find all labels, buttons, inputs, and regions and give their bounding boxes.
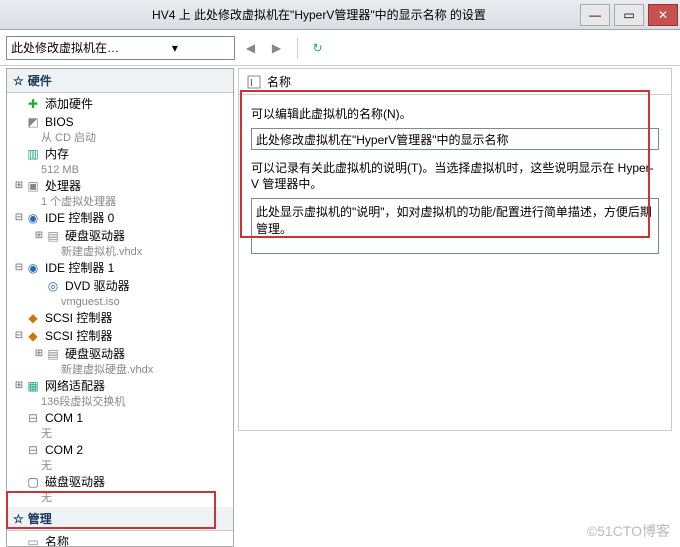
tree-node[interactable]: ◎ DVD 驱动器 [27, 277, 233, 295]
tree-node[interactable]: ✚ 添加硬件 [7, 95, 233, 113]
expand-toggle[interactable]: ⊞ [33, 228, 45, 244]
tree-node-label: 内存 [45, 146, 69, 162]
expand-toggle[interactable]: ⊞ [13, 378, 25, 394]
toolbar: 此处修改虚拟机在"HyperV管理器"中的 ▾ ◀ ▶ ↻ [0, 30, 680, 66]
memory-icon: ▥ [25, 146, 41, 162]
divider [297, 38, 298, 58]
tree-node[interactable]: ⊞ ▤ 硬盘驱动器 [27, 227, 233, 245]
ide-icon: ◉ [25, 210, 41, 226]
tree-node-label: SCSI 控制器 [45, 328, 112, 344]
window-title: HV4 上 此处修改虚拟机在"HyperV管理器"中的显示名称 的设置 [0, 6, 578, 23]
bios-icon: ◩ [25, 114, 41, 130]
watermark: ©51CTO博客 [587, 521, 670, 541]
tree-node[interactable]: ▭ 名称 [7, 533, 233, 547]
tree-node[interactable]: ⊟ ◉ IDE 控制器 1 [7, 259, 233, 277]
vm-selector-value: 此处修改虚拟机在"HyperV管理器"中的 [11, 39, 120, 56]
management-section-label: 管理 [28, 510, 52, 527]
tree-node-subtext: 136段虚拟交换机 [7, 395, 233, 409]
tree-node[interactable]: ⊞ ▣ 处理器 [7, 177, 233, 195]
name-icon: ▭ [25, 534, 41, 547]
expand-toggle[interactable]: ⊞ [33, 346, 45, 362]
tree-node-label: 硬盘驱动器 [65, 346, 125, 362]
tree-node[interactable]: ⊟ COM 1 [7, 409, 233, 427]
cpu-icon: ▣ [25, 178, 41, 194]
panel-title-text: 名称 [267, 73, 291, 90]
tree-node-label: 网络适配器 [45, 378, 105, 394]
floppy-icon: ▢ [25, 474, 41, 490]
tree-node[interactable]: ⊞ ▦ 网络适配器 [7, 377, 233, 395]
management-tree: ▭ 名称此处修改虚拟机在"HyperV管... ❖ 集成服务 [7, 531, 233, 547]
nav-prev-button[interactable]: ◀ [241, 38, 261, 58]
name-field-label: 可以编辑此虚拟机的名称(N)。 [251, 105, 659, 122]
add-hw-icon: ✚ [25, 96, 41, 112]
com-icon: ⊟ [25, 410, 41, 426]
tree-node-subtext: 无 [7, 459, 233, 473]
expand-toggle[interactable]: ⊞ [13, 178, 25, 194]
tree-node[interactable]: ⊟ COM 2 [7, 441, 233, 459]
close-button[interactable]: ✕ [648, 4, 678, 26]
svg-text:I: I [250, 78, 253, 89]
tree-node-subtext: 从 CD 启动 [7, 131, 233, 145]
nav-next-button[interactable]: ▶ [267, 38, 287, 58]
star-icon: ☆ [13, 512, 24, 526]
sidebar: ☆ 硬件 ✚ 添加硬件 ◩ BIOS从 CD 启动 ▥ 内存512 MB⊞ ▣ … [6, 68, 234, 547]
tree-node[interactable]: ▥ 内存 [7, 145, 233, 163]
tree-node-subtext: 新建虚拟机.vhdx [27, 245, 233, 259]
tree-node-label: 硬盘驱动器 [65, 228, 125, 244]
tree-node[interactable]: ◩ BIOS [7, 113, 233, 131]
settings-panel: I 名称 可以编辑此虚拟机的名称(N)。 可以记录有关此虚拟机的说明(T)。当选… [238, 68, 672, 547]
tree-node-label: IDE 控制器 1 [45, 260, 114, 276]
tree-node-label: 处理器 [45, 178, 81, 194]
scsi-icon: ◆ [25, 328, 41, 344]
panel-body: 可以编辑此虚拟机的名称(N)。 可以记录有关此虚拟机的说明(T)。当选择虚拟机时… [238, 95, 672, 431]
hdd-icon: ▤ [45, 346, 61, 362]
tree-node-label: IDE 控制器 0 [45, 210, 114, 226]
com-icon: ⊟ [25, 442, 41, 458]
vm-selector-combo[interactable]: 此处修改虚拟机在"HyperV管理器"中的 ▾ [6, 36, 235, 60]
scsi-icon: ◆ [25, 310, 41, 326]
tree-node[interactable]: ⊟ ◆ SCSI 控制器 [7, 327, 233, 345]
tree-node-label: 磁盘驱动器 [45, 474, 105, 490]
description-field-label: 可以记录有关此虚拟机的说明(T)。当选择虚拟机时，这些说明显示在 Hyper-V… [251, 160, 659, 192]
expand-toggle[interactable]: ⊟ [13, 210, 25, 226]
minimize-button[interactable]: — [580, 4, 610, 26]
tree-node-subtext: 无 [7, 427, 233, 441]
tree-node-subtext: 1 个虚拟处理器 [7, 195, 233, 209]
tree-node-subtext: 512 MB [7, 163, 233, 177]
dvd-icon: ◎ [45, 278, 61, 294]
hardware-tree: ✚ 添加硬件 ◩ BIOS从 CD 启动 ▥ 内存512 MB⊞ ▣ 处理器1 … [7, 93, 233, 507]
tree-node-label: SCSI 控制器 [45, 310, 112, 326]
tree-node-subtext: 新建虚拟硬盘.vhdx [27, 363, 233, 377]
maximize-button[interactable]: ▭ [614, 4, 644, 26]
hardware-section-label: 硬件 [28, 72, 52, 89]
tree-node-subtext: vmguest.iso [27, 295, 233, 309]
nic-icon: ▦ [25, 378, 41, 394]
tree-node[interactable]: ▢ 磁盘驱动器 [7, 473, 233, 491]
tree-node-label: 名称 [45, 534, 69, 547]
hdd-icon: ▤ [45, 228, 61, 244]
refresh-button[interactable]: ↻ [308, 38, 328, 58]
chevron-down-icon[interactable]: ▾ [120, 41, 229, 55]
vm-name-input[interactable] [251, 128, 659, 150]
tree-node[interactable]: ⊞ ▤ 硬盘驱动器 [27, 345, 233, 363]
tree-node-label: COM 1 [45, 410, 83, 426]
name-icon: I [247, 75, 261, 89]
tree-node-subtext: 无 [7, 491, 233, 505]
title-bar: HV4 上 此处修改虚拟机在"HyperV管理器"中的显示名称 的设置 — ▭ … [0, 0, 680, 30]
tree-node-label: 添加硬件 [45, 96, 93, 112]
panel-header: I 名称 [238, 68, 672, 95]
tree-node[interactable]: ⊟ ◉ IDE 控制器 0 [7, 209, 233, 227]
expand-toggle[interactable]: ⊟ [13, 328, 25, 344]
star-icon: ☆ [13, 74, 24, 88]
management-section-header[interactable]: ☆ 管理 [7, 507, 233, 531]
expand-toggle[interactable]: ⊟ [13, 260, 25, 276]
main-area: ☆ 硬件 ✚ 添加硬件 ◩ BIOS从 CD 启动 ▥ 内存512 MB⊞ ▣ … [0, 66, 680, 547]
tree-node-label: DVD 驱动器 [65, 278, 130, 294]
tree-node-label: COM 2 [45, 442, 83, 458]
tree-node-label: BIOS [45, 114, 74, 130]
tree-node[interactable]: ◆ SCSI 控制器 [7, 309, 233, 327]
hardware-section-header[interactable]: ☆ 硬件 [7, 69, 233, 93]
vm-description-input[interactable] [251, 198, 659, 254]
ide-icon: ◉ [25, 260, 41, 276]
